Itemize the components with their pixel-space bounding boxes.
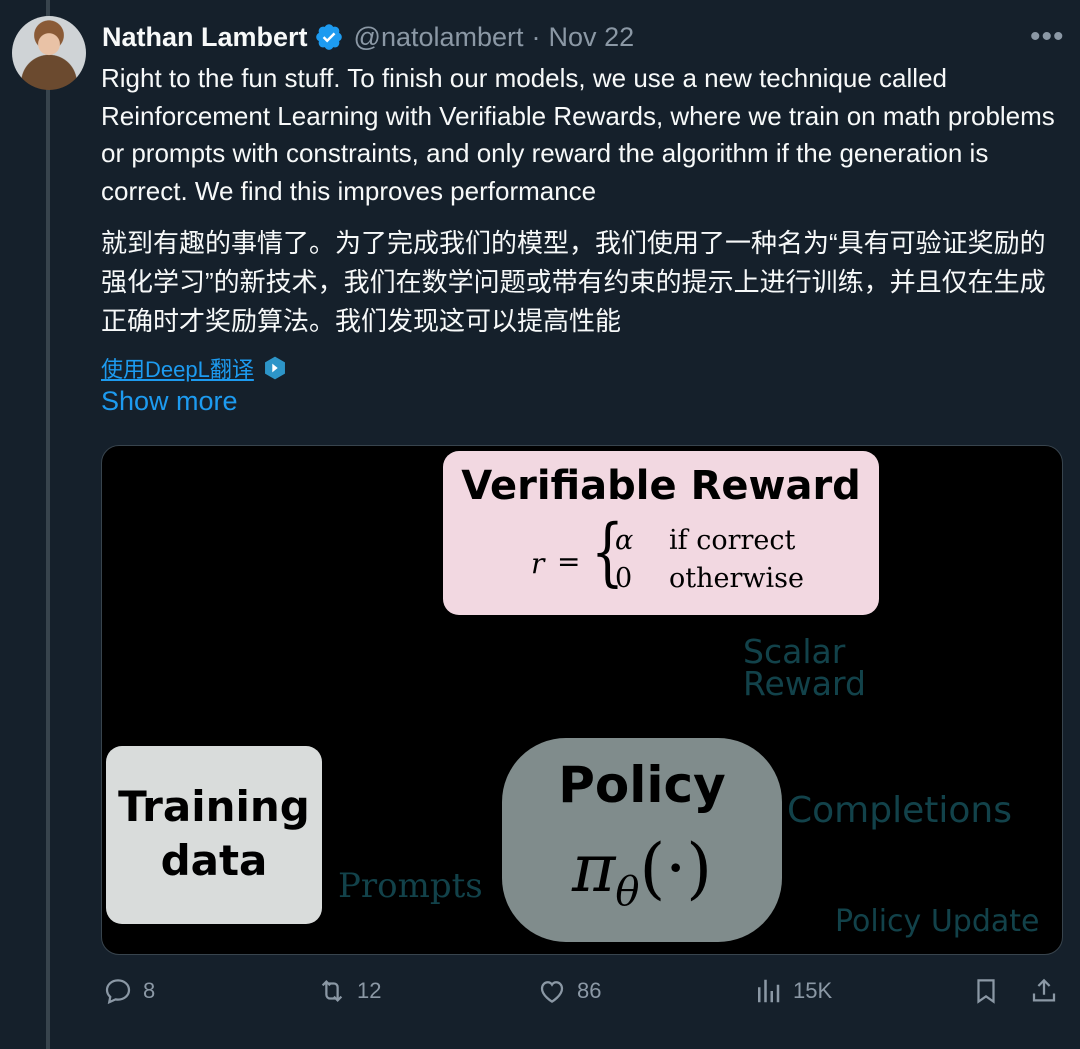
deepl-icon bbox=[264, 356, 285, 380]
show-more-link[interactable]: Show more bbox=[101, 386, 238, 417]
formula-case1-condition: if correct bbox=[669, 525, 796, 556]
share-icon bbox=[1032, 978, 1056, 1002]
training-data-box: Training data bbox=[106, 746, 322, 924]
verified-badge-icon bbox=[315, 24, 342, 50]
policy-title: Policy bbox=[558, 756, 726, 814]
tweet-text-english: Right to the fun stuff. To finish our mo… bbox=[101, 63, 1055, 206]
translate-label[interactable]: 使用DeepL翻译 bbox=[101, 352, 254, 384]
author-handle[interactable]: @natolambert bbox=[354, 22, 524, 53]
training-data-label: Training data bbox=[118, 782, 310, 885]
scalar-reward-label: Scalar Reward bbox=[743, 632, 866, 703]
heart-icon bbox=[540, 981, 564, 1003]
verifiable-reward-box: Verifiable Reward r = { α if correct 0 o… bbox=[443, 451, 879, 615]
like-count: 86 bbox=[577, 978, 602, 1003]
translate-link[interactable]: 使用DeepL翻译 bbox=[101, 352, 288, 384]
reply-button[interactable]: 8 bbox=[103, 976, 155, 1006]
policy-subscript: θ bbox=[615, 869, 640, 916]
policy-symbol: π bbox=[572, 830, 616, 907]
views-chart-icon bbox=[758, 979, 780, 1003]
view-count: 15K bbox=[793, 978, 833, 1003]
repost-icon bbox=[321, 980, 343, 1002]
tweet-text-chinese: 就到有趣的事情了。为了完成我们的模型，我们使用了一种名为“具有可验证奖励的强化学… bbox=[101, 228, 1046, 336]
views-button[interactable]: 15K bbox=[753, 976, 832, 1006]
prompts-label: Prompts bbox=[338, 866, 483, 906]
reply-icon bbox=[105, 979, 131, 1005]
formula-equals: = bbox=[557, 545, 581, 578]
bookmark-icon bbox=[977, 979, 995, 1004]
formula-lhs: r bbox=[531, 547, 545, 580]
separator-dot: · bbox=[531, 21, 541, 52]
reward-formula: r = { α if correct 0 otherwise bbox=[443, 515, 879, 609]
repost-count: 12 bbox=[357, 978, 382, 1003]
tweet-media-image[interactable]: Verifiable Reward r = { α if correct 0 o… bbox=[101, 445, 1063, 955]
avatar[interactable] bbox=[12, 16, 86, 90]
reply-count: 8 bbox=[143, 978, 156, 1003]
formula-case1-value: α bbox=[615, 525, 634, 556]
repost-button[interactable]: 12 bbox=[317, 976, 381, 1006]
tweet-date[interactable]: Nov 22 bbox=[549, 22, 635, 53]
tweet-actions: 8 12 86 15K bbox=[101, 976, 1061, 1016]
policy-update-label: Policy Update bbox=[835, 904, 1040, 939]
like-button[interactable]: 86 bbox=[537, 976, 601, 1006]
tweet-header: Nathan Lambert @natolambert · Nov 22 bbox=[102, 20, 634, 54]
formula-case2-value: 0 bbox=[615, 563, 633, 594]
policy-box: Policy πθ(·) bbox=[502, 738, 782, 942]
verifiable-reward-title: Verifiable Reward bbox=[461, 463, 861, 509]
policy-argument: (·) bbox=[639, 830, 712, 907]
thread-line bbox=[46, 0, 50, 1049]
policy-formula: πθ(·) bbox=[502, 830, 782, 915]
bookmark-button[interactable] bbox=[971, 976, 1011, 1006]
author-name[interactable]: Nathan Lambert bbox=[102, 22, 308, 53]
completions-label: Completions bbox=[787, 790, 1012, 831]
formula-case2-condition: otherwise bbox=[669, 563, 804, 594]
more-options-icon[interactable]: ••• bbox=[1030, 22, 1065, 52]
share-button[interactable] bbox=[1029, 976, 1069, 1006]
